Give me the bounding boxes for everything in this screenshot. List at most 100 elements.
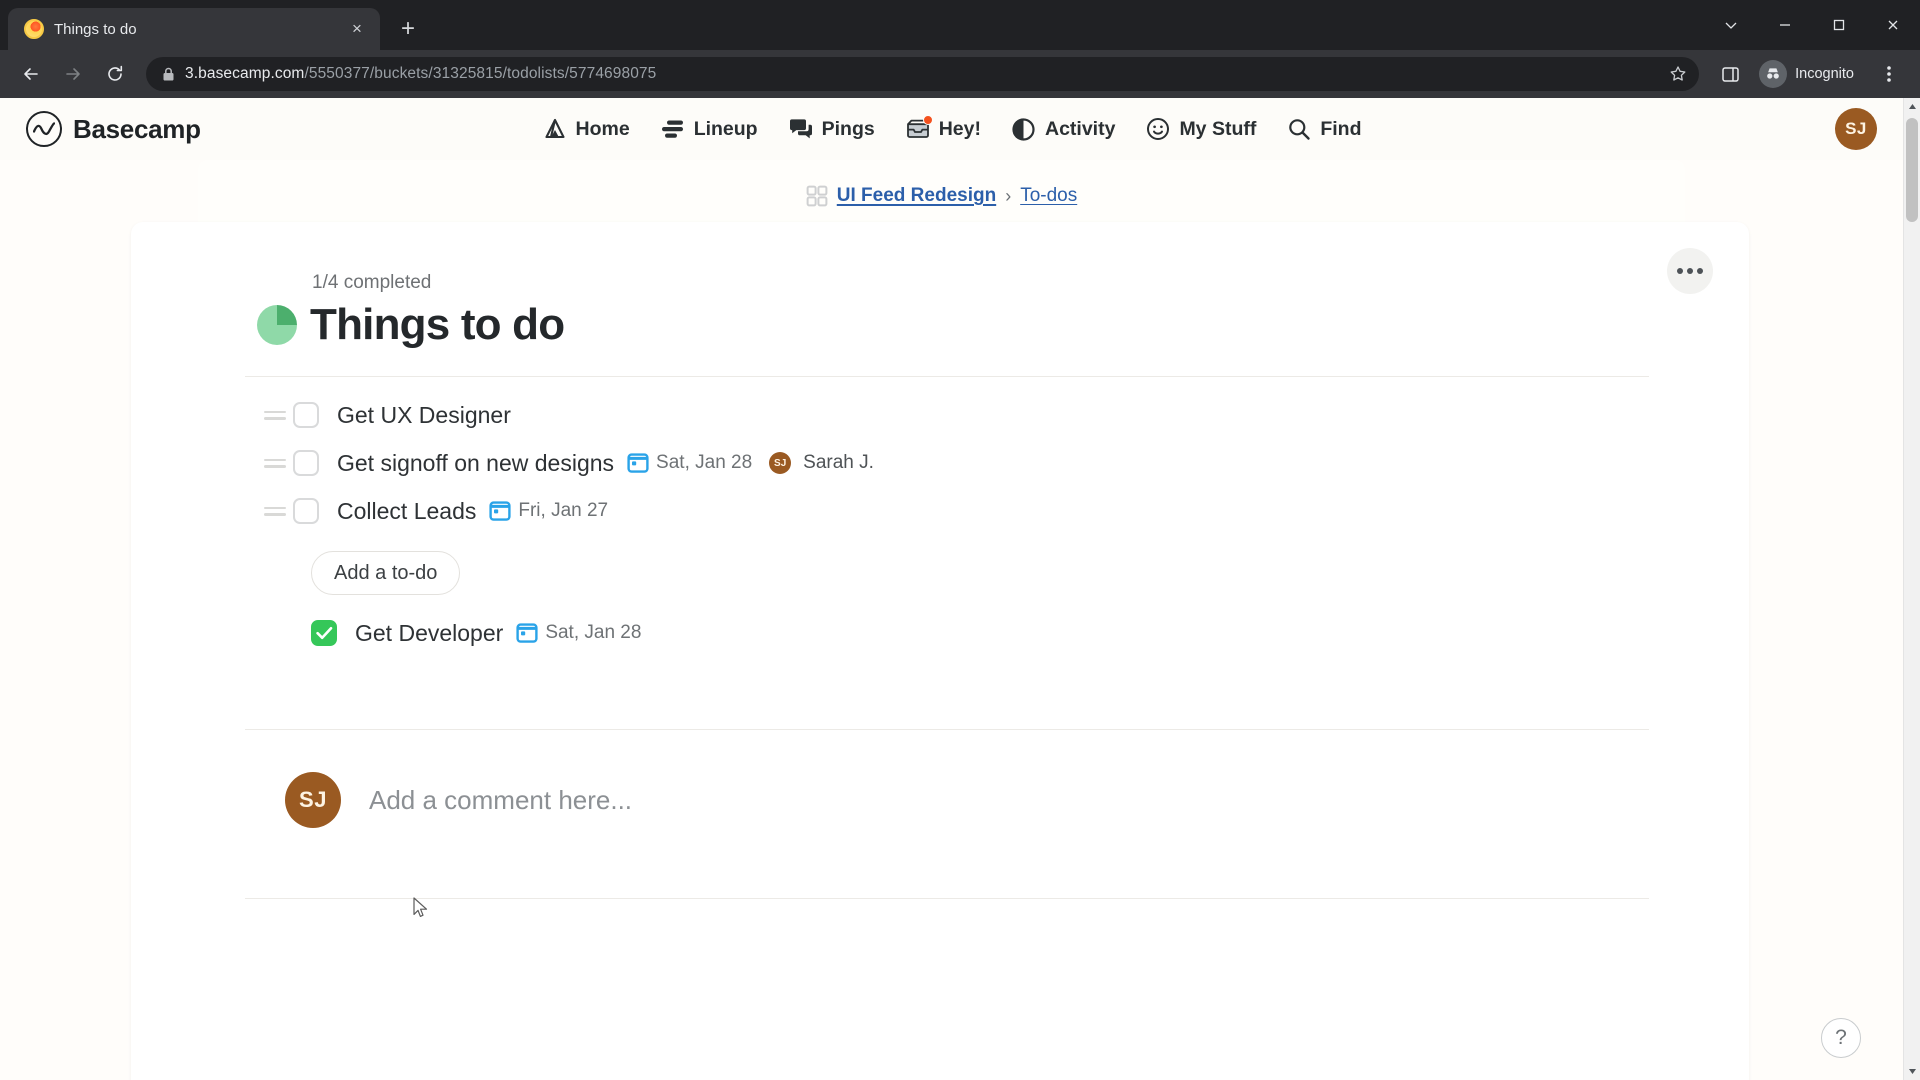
new-tab-button[interactable]: + — [390, 11, 426, 47]
drag-handle-icon[interactable] — [257, 410, 293, 420]
help-button[interactable]: ? — [1821, 1018, 1861, 1058]
todo-text: Get Developer — [355, 619, 504, 646]
minimize-icon[interactable] — [1758, 0, 1812, 50]
mouse-cursor — [413, 897, 429, 924]
nav-item-pings[interactable]: Pings — [788, 116, 875, 142]
progress-label: 1/4 completed — [312, 272, 432, 293]
todo-due-date: Sat, Jan 28 — [656, 452, 753, 473]
tab-strip: Things to do × + — [0, 0, 1920, 50]
drag-handle-icon[interactable] — [257, 458, 293, 468]
back-arrow-icon[interactable] — [12, 55, 50, 93]
smiley-icon — [1145, 116, 1171, 142]
page-viewport: Basecamp Home Lineup Pings Hey! Activity… — [0, 98, 1920, 1080]
basecamp-nav-menu: Home Lineup Pings Hey! Activity My Stuff… — [0, 115, 1903, 142]
incognito-indicator[interactable]: Incognito — [1751, 57, 1868, 91]
todo-meta: Fri, Jan 27 — [489, 500, 608, 522]
todo-meta: Sat, Jan 28 — [516, 622, 641, 644]
assignee-name: Sarah J. — [803, 452, 874, 473]
comment-input[interactable]: Add a comment here... — [369, 785, 632, 816]
dot — [1697, 268, 1703, 274]
half-circle-icon — [1011, 116, 1037, 142]
list-item[interactable]: Get UX Designer — [257, 391, 1649, 439]
drag-handle-icon[interactable] — [257, 506, 293, 516]
calendar-icon — [489, 501, 511, 521]
brand-name: Basecamp — [73, 113, 201, 144]
add-todo-button[interactable]: Add a to-do — [311, 551, 461, 595]
url-path: /5550377/buckets/31325815/todolists/5774… — [304, 65, 657, 82]
star-icon[interactable] — [1663, 65, 1687, 83]
comment-composer[interactable]: SJ Add a comment here... — [257, 730, 1649, 828]
forward-arrow-icon[interactable] — [54, 55, 92, 93]
breadcrumb-separator: › — [1005, 185, 1012, 206]
dot — [1687, 268, 1693, 274]
url-host: 3.basecamp.com — [185, 65, 305, 82]
basecamp-logo[interactable]: Basecamp — [26, 111, 201, 147]
calendar-icon — [627, 453, 649, 473]
window-controls — [1704, 0, 1920, 50]
todo-due-date: Sat, Jan 28 — [545, 622, 642, 643]
list-item-completed[interactable]: Get Developer Sat, Jan 28 — [311, 609, 1649, 657]
todo-meta: Sat, Jan 28 SJ Sarah J. — [627, 452, 874, 474]
card-inner: 1/4 completed Things to do Get UX Design… — [131, 222, 1749, 899]
hey-notification-badge — [922, 115, 933, 125]
chat-bubbles-icon — [788, 116, 814, 142]
more-options-button[interactable] — [1667, 248, 1713, 294]
grid-icon — [806, 185, 828, 207]
minimize-all-icon[interactable] — [1704, 0, 1758, 50]
scrollbar-thumb[interactable] — [1906, 118, 1918, 222]
lock-icon — [162, 67, 175, 82]
magnifier-icon — [1286, 116, 1312, 142]
todo-checkbox[interactable] — [293, 498, 319, 524]
title-row: Things to do — [257, 300, 1649, 350]
assignee-avatar[interactable]: SJ — [769, 452, 792, 474]
basecamp-favicon — [24, 19, 44, 39]
nav-item-activity[interactable]: Activity — [1011, 116, 1115, 142]
page-title: Things to do — [310, 300, 565, 349]
scroll-down-arrow-icon[interactable] — [1904, 1063, 1920, 1080]
nav-item-hey[interactable]: Hey! — [905, 115, 981, 142]
lineup-icon — [660, 116, 686, 142]
todo-checkbox-checked[interactable] — [311, 620, 337, 646]
todo-text: Get UX Designer — [337, 401, 511, 428]
close-window-icon[interactable] — [1866, 0, 1920, 50]
nav-item-home[interactable]: Home — [542, 116, 630, 142]
nav-item-find[interactable]: Find — [1286, 116, 1362, 142]
side-panel-icon[interactable] — [1711, 55, 1749, 93]
avatar[interactable]: SJ — [1835, 108, 1877, 150]
tab-title: Things to do — [54, 20, 137, 38]
nav-item-label: Pings — [821, 117, 875, 140]
close-icon[interactable]: × — [344, 16, 370, 42]
breadcrumb-section-link[interactable]: To-dos — [1020, 185, 1077, 207]
maximize-icon[interactable] — [1812, 0, 1866, 50]
progress-pie-icon — [257, 305, 297, 345]
nav-item-label: Find — [1320, 117, 1362, 140]
toolbar-right-group: Incognito — [1711, 55, 1908, 93]
breadcrumb: UI Feed Redesign › To-dos — [806, 185, 1077, 207]
address-bar[interactable]: 3.basecamp.com/5550377/buckets/31325815/… — [146, 57, 1700, 91]
calendar-icon — [516, 623, 538, 643]
todo-checkbox[interactable] — [293, 402, 319, 428]
todolist-card: 1/4 completed Things to do Get UX Design… — [131, 222, 1749, 1080]
nav-item-my-stuff[interactable]: My Stuff — [1145, 116, 1256, 142]
content-area: UI Feed Redesign › To-dos 1/4 completed … — [0, 160, 1903, 1080]
breadcrumb-project-link[interactable]: UI Feed Redesign — [837, 185, 996, 207]
list-item[interactable]: Get signoff on new designs Sat, Jan 28 S… — [257, 439, 1649, 487]
scroll-up-arrow-icon[interactable] — [1904, 98, 1920, 115]
kebab-menu-icon[interactable] — [1870, 55, 1908, 93]
basecamp-page: Basecamp Home Lineup Pings Hey! Activity… — [0, 98, 1903, 1080]
todo-text: Collect Leads — [337, 497, 477, 524]
page-scrollbar[interactable] — [1903, 98, 1920, 1080]
nav-item-label: Lineup — [693, 117, 758, 140]
browser-tab[interactable]: Things to do × — [8, 8, 380, 50]
todo-checkbox[interactable] — [293, 450, 319, 476]
divider — [245, 898, 1649, 899]
reload-icon[interactable] — [96, 55, 134, 93]
nav-item-lineup[interactable]: Lineup — [660, 116, 758, 142]
browser-toolbar: 3.basecamp.com/5550377/buckets/31325815/… — [0, 50, 1920, 98]
nav-item-label: Activity — [1044, 117, 1116, 140]
nav-item-label: My Stuff — [1179, 117, 1257, 140]
avatar: SJ — [285, 772, 341, 828]
tent-icon — [542, 116, 568, 142]
list-item[interactable]: Collect Leads Fri, Jan 27 — [257, 487, 1649, 535]
nav-item-label: Home — [575, 117, 630, 140]
